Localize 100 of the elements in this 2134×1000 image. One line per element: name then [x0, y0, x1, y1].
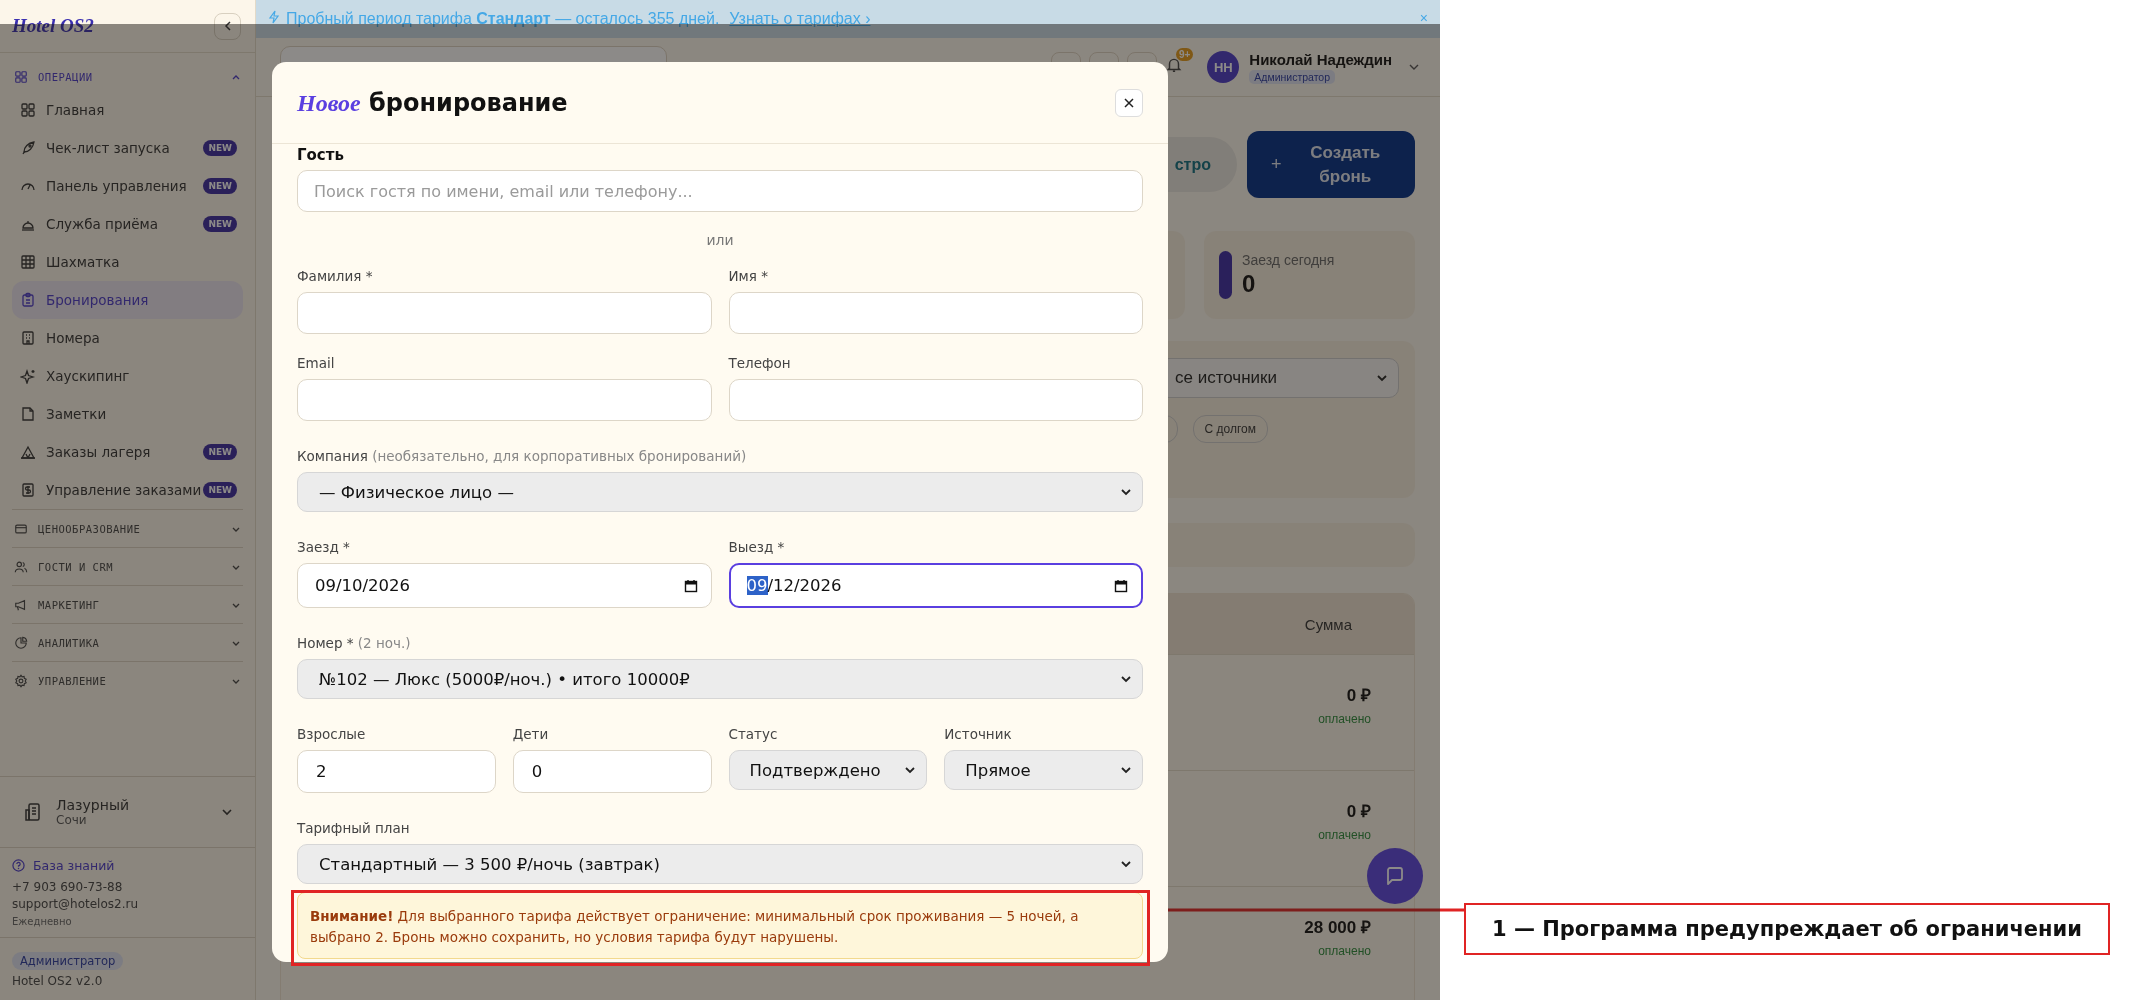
role-badge: Администратор	[12, 952, 124, 970]
nav-item[interactable]: Заказы лагеря NEW	[12, 433, 243, 471]
grid-icon	[14, 70, 28, 84]
number-field[interactable]: 0	[512, 750, 712, 793]
nav-item[interactable]: Главная	[12, 91, 243, 129]
new-badge: NEW	[203, 216, 237, 232]
nav-item[interactable]: Шахматка	[12, 243, 243, 281]
payment-status: оплачено	[1318, 828, 1371, 842]
nav-item[interactable]: Номера	[12, 319, 243, 357]
field-label: Компания (необязательно, для корпоративных бронирований)	[297, 448, 748, 464]
create-booking-button[interactable]: + Создать бронь	[1247, 131, 1415, 198]
support-phone: +7 903 690-73-88	[12, 879, 124, 896]
number-field[interactable]: 2	[297, 750, 496, 793]
input-field[interactable]	[297, 379, 712, 421]
stat-label: Заезд сегодня	[1242, 252, 1335, 268]
bell-icon[interactable]	[1165, 56, 1184, 74]
dropdown[interactable]: Прямое	[944, 750, 1143, 790]
room-select[interactable]: №102 — Люкс (5000₽/ноч.) • итого 10000₽	[297, 659, 1143, 699]
close-button[interactable]	[1115, 88, 1143, 117]
nav-item[interactable]: Заметки	[12, 395, 243, 433]
dialog-title: Новое бронирование	[297, 88, 568, 117]
note-icon	[20, 406, 36, 422]
nav-section[interactable]: ОПЕРАЦИИ	[12, 63, 243, 91]
role-badge: Администратор	[1249, 69, 1336, 84]
dollar-icon	[20, 482, 36, 498]
nav-item[interactable]: Чек-лист запуска NEW	[12, 129, 243, 167]
chat-icon	[1384, 865, 1406, 887]
help-icon	[12, 859, 25, 872]
field-label: Статус	[728, 726, 779, 742]
new-badge: NEW	[203, 482, 237, 498]
rate-select[interactable]: Стандартный — 3 500 ₽/ночь (завтрак)	[297, 844, 1143, 884]
support-hours: Ежедневно	[12, 916, 73, 927]
payment-status: оплачено	[1318, 712, 1371, 726]
section-title: Гость	[297, 146, 345, 164]
version-text: Hotel OS2 v2.0	[12, 974, 103, 988]
field-label: Дети	[512, 726, 550, 742]
amount-text: 0 ₽	[1346, 685, 1371, 706]
nav-item[interactable]: Служба приёма NEW	[12, 205, 243, 243]
stat-value: 0	[1242, 270, 1257, 298]
chevron-icon	[1376, 372, 1388, 384]
lightning-icon	[268, 10, 280, 24]
amount-text: 28 000 ₽	[1304, 917, 1371, 938]
building-icon	[20, 330, 36, 346]
date-field[interactable]: 09/10/2026	[297, 563, 712, 608]
nav-section[interactable]: АНАЛИТИКА	[12, 623, 243, 661]
chevron-icon	[904, 764, 917, 776]
or-text: или	[706, 232, 734, 248]
field-label: Номер * (2 ноч.)	[297, 635, 412, 651]
grid-icon	[20, 102, 36, 118]
calendar-icon[interactable]	[1114, 578, 1128, 593]
nav-item[interactable]: Хаускипинг	[12, 357, 243, 395]
field-label: Заезд *	[297, 539, 351, 555]
help-link[interactable]: База знаний	[12, 858, 243, 873]
megaphone-icon	[14, 597, 28, 612]
field-label: Взрослые	[297, 726, 367, 742]
property-selector[interactable]: Лазурный Сочи	[0, 776, 255, 848]
chevron-icon	[1120, 673, 1132, 685]
input-field[interactable]	[297, 292, 712, 334]
nav-section[interactable]: ГОСТИ И CRM	[12, 547, 243, 585]
nav-section[interactable]: УПРАВЛЕНИЕ	[12, 661, 243, 699]
card-icon	[14, 521, 28, 536]
input-field[interactable]	[728, 292, 1143, 334]
nav-item[interactable]: Панель управления NEW	[12, 167, 243, 205]
nav-section[interactable]: МАРКЕТИНГ	[12, 585, 243, 623]
nav-item[interactable]: Управление заказами NEW	[12, 471, 243, 509]
column-header: Сумма	[1304, 615, 1352, 633]
new-badge: NEW	[203, 178, 237, 194]
support-email: support@hotelos2.ru	[12, 896, 140, 913]
collapse-button[interactable]	[214, 12, 241, 40]
guest-search-field[interactable]: Поиск гостя по имени, email или телефону...	[297, 170, 1143, 212]
field-label: Имя *	[728, 268, 769, 284]
user-menu[interactable]: НН Николай Надеждин Администратор	[1207, 50, 1420, 84]
filter-chip[interactable]: С долгом	[1192, 415, 1268, 443]
calendar-icon[interactable]	[683, 578, 698, 593]
company-select[interactable]: — Физическое лицо —	[297, 472, 1143, 512]
sparkle-icon	[20, 368, 36, 384]
close-icon	[1123, 96, 1135, 109]
nav-section[interactable]: ЦЕНООБРАЗОВАНИЕ	[12, 509, 243, 547]
clipboard-icon	[20, 292, 36, 308]
field-label: Email	[297, 355, 336, 371]
tent-icon	[20, 444, 36, 460]
new-badge: NEW	[203, 140, 237, 156]
gear-icon	[14, 673, 28, 688]
table-icon	[20, 254, 36, 270]
chevron-icon	[1120, 858, 1132, 870]
amount-text: 0 ₽	[1346, 801, 1371, 822]
warning-message: Внимание! Для выбранного тарифа действует ограничение: минимальный срок проживания — 5 ночей, а выбрано 2. Бронь можно сохранить, но условия тарифа будут нарушены.	[297, 892, 1143, 959]
chevron-icon	[1120, 764, 1132, 776]
field-label: Выезд *	[728, 539, 786, 555]
chevron-icon	[1120, 486, 1132, 498]
nav-item[interactable]: Бронирования	[12, 281, 243, 319]
notification-badge: 9+	[1175, 48, 1194, 61]
payment-status: оплачено	[1318, 944, 1371, 958]
input-field[interactable]	[728, 379, 1143, 421]
users-icon	[14, 559, 28, 574]
field-label: Телефон	[728, 355, 792, 371]
banner-text: Пробный период тарифа Стандарт — осталось 355 дней.	[286, 10, 720, 28]
field-label: Фамилия *	[297, 268, 374, 284]
chevron-icon	[221, 806, 233, 818]
dropdown[interactable]: Подтверждено	[728, 750, 928, 790]
